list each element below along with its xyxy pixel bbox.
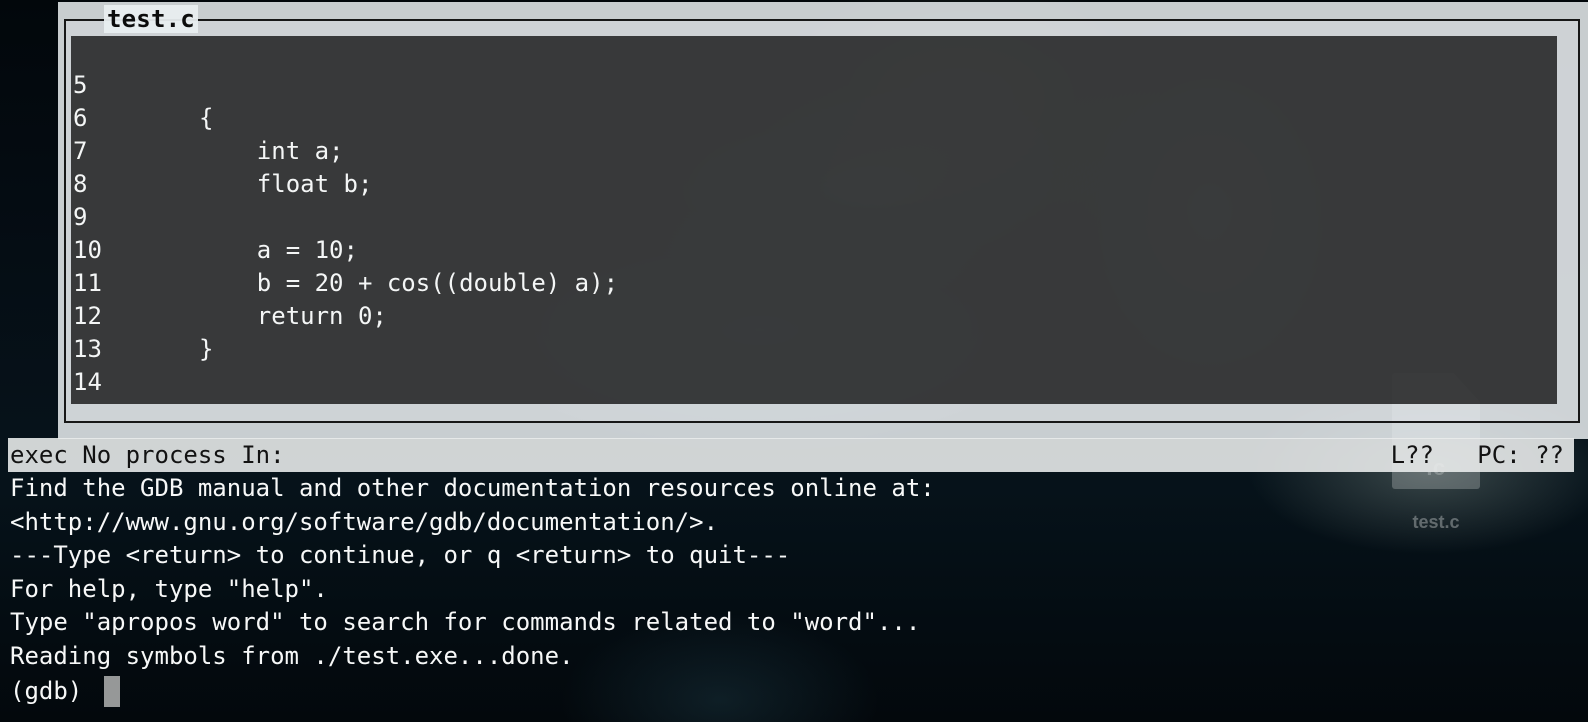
source-line: 9 a = 10; [71, 168, 358, 264]
source-window-title: test.c [104, 5, 198, 33]
source-line: 11 return 0; [71, 234, 387, 330]
line-number: 15 [73, 399, 133, 404]
gdb-prompt: (gdb) [10, 677, 83, 705]
source-code-panel[interactable]: 5 { 6 int a; 7 float b; 8 9 a = 10; 10 b… [71, 36, 1557, 404]
source-code-text: b = 20 + cos((double) a); [199, 269, 619, 297]
source-line: 12 } [71, 267, 213, 363]
terminal-line: Find the GDB manual and other documentat… [10, 474, 935, 502]
terminal-line: For help, type "help". [10, 574, 328, 603]
terminal-output[interactable]: Find the GDB manual and other documentat… [10, 472, 1210, 674]
terminal-line: ---Type <return> to continue, or q <retu… [10, 541, 791, 570]
text-cursor[interactable] [104, 676, 120, 707]
source-line: 15 [71, 366, 129, 404]
source-line: 13 [71, 300, 129, 363]
source-line: 10 b = 20 + cos((double) a); [71, 201, 618, 297]
source-code-text: return 0; [199, 302, 387, 330]
source-line: 14 [71, 333, 129, 396]
program-counter-status: L?? PC: ?? [1390, 441, 1564, 469]
terminal-line: <http://www.gnu.org/software/gdb/documen… [10, 507, 719, 536]
terminal-line: Reading symbols from ./test.exe...done. [10, 641, 574, 670]
source-line: 8 [71, 135, 129, 198]
source-code-text: float b; [199, 170, 373, 198]
source-line: 5 { [71, 36, 213, 132]
source-line: 6 int a; [71, 69, 344, 165]
source-code-text: int a; [199, 137, 344, 165]
desktop-file-name[interactable]: test.c [1382, 512, 1490, 533]
source-code-text: } [199, 335, 214, 363]
source-code-text: { [199, 104, 214, 132]
process-status-text: exec No process In: [10, 441, 285, 469]
gdb-status-bar: exec No process In: L?? PC: ?? [8, 438, 1574, 472]
source-code-text: a = 10; [199, 236, 358, 264]
source-line: 7 float b; [71, 102, 372, 198]
terminal-line: Type "apropos word" to search for comman… [10, 608, 921, 637]
